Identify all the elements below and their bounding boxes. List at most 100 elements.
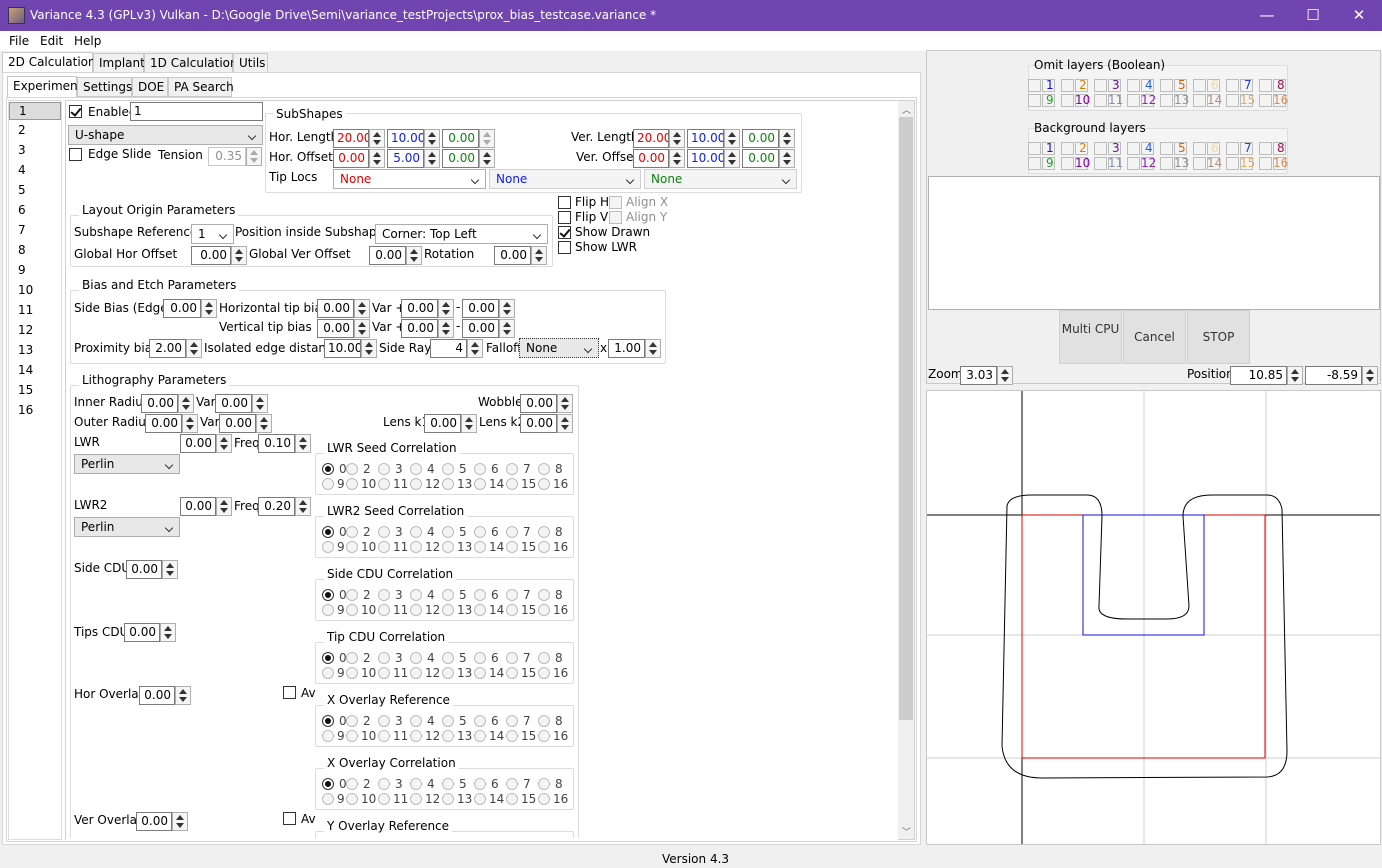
omit-layer-checkbox[interactable]	[1259, 94, 1272, 107]
minimize-button[interactable]: —	[1244, 0, 1290, 31]
correlation-radio[interactable]	[538, 541, 550, 553]
correlation-radio[interactable]	[410, 589, 422, 601]
correlation-radio[interactable]	[322, 793, 334, 805]
correlation-radio[interactable]	[506, 526, 518, 538]
correlation-radio[interactable]	[346, 478, 358, 490]
global-hor-offset-input[interactable]: 0.00	[191, 246, 231, 265]
global-ver-offset-input[interactable]: 0.00	[369, 246, 406, 265]
background-layer-checkbox[interactable]	[1028, 142, 1041, 155]
correlation-radio[interactable]	[410, 730, 422, 742]
hor-offset-2-input[interactable]: 5.00	[387, 149, 424, 168]
correlation-radio[interactable]	[506, 730, 518, 742]
correlation-radio[interactable]	[474, 463, 486, 475]
global-hor-offset-spinner[interactable]	[231, 246, 247, 265]
stop-button[interactable]: STOP	[1187, 310, 1250, 364]
correlation-radio[interactable]	[538, 778, 550, 790]
lwr-noise-select[interactable]: Perlin	[74, 454, 180, 474]
ver-offset-3-input[interactable]: 0.00	[742, 149, 779, 168]
ver-overlay-input[interactable]: 0.00	[136, 812, 172, 831]
output-textbox[interactable]	[928, 176, 1380, 310]
correlation-radio[interactable]	[322, 715, 334, 727]
lens-k1-input[interactable]: 0.00	[424, 414, 461, 433]
correlation-radio[interactable]	[538, 715, 550, 727]
correlation-radio[interactable]	[442, 652, 454, 664]
correlation-radio[interactable]	[474, 730, 486, 742]
tip-locs-2-select[interactable]: None	[489, 169, 641, 189]
lens-k2-spinner[interactable]	[557, 414, 573, 433]
ver-offset-3-spinner[interactable]	[779, 149, 795, 168]
ver-overlay-spinner[interactable]	[172, 812, 188, 831]
correlation-radio[interactable]	[442, 589, 454, 601]
rotation-input[interactable]: 0.00	[494, 246, 531, 265]
ver-length-2-spinner[interactable]	[724, 129, 740, 148]
background-layer-checkbox[interactable]	[1061, 142, 1074, 155]
tension-spinner[interactable]	[246, 147, 262, 166]
correlation-radio[interactable]	[506, 778, 518, 790]
correlation-radio[interactable]	[442, 730, 454, 742]
correlation-radio[interactable]	[410, 541, 422, 553]
lwr2-input[interactable]: 0.00	[180, 497, 216, 516]
lwr-spinner[interactable]	[216, 434, 232, 453]
correlation-radio[interactable]	[538, 604, 550, 616]
omit-layer-checkbox[interactable]	[1094, 79, 1107, 92]
correlation-radio[interactable]	[506, 463, 518, 475]
correlation-radio[interactable]	[410, 778, 422, 790]
correlation-radio[interactable]	[538, 667, 550, 679]
correlation-radio[interactable]	[378, 730, 390, 742]
background-layer-checkbox[interactable]	[1193, 157, 1206, 170]
scrollbar-thumb[interactable]	[899, 117, 913, 720]
ver-overlay-average-checkbox[interactable]	[283, 812, 296, 825]
h-var-minus-spinner[interactable]	[499, 299, 515, 318]
correlation-radio[interactable]	[442, 541, 454, 553]
correlation-radio[interactable]	[538, 793, 550, 805]
multi-cpu-button[interactable]: Multi CPU	[1059, 310, 1122, 364]
isolated-edge-input[interactable]: 10.00	[324, 339, 361, 358]
list-item[interactable]: 8	[9, 242, 61, 260]
show-lwr-checkbox[interactable]	[558, 241, 571, 254]
outer-radius-input[interactable]: 0.00	[145, 414, 182, 433]
correlation-radio[interactable]	[474, 793, 486, 805]
correlation-radio[interactable]	[378, 793, 390, 805]
maximize-button[interactable]: ☐	[1290, 0, 1336, 31]
align-y-checkbox[interactable]	[609, 211, 622, 224]
position-x-spinner[interactable]	[1287, 366, 1303, 385]
ver-length-1-input[interactable]: 20.00	[633, 129, 669, 148]
tips-cdu-spinner[interactable]	[160, 623, 176, 642]
correlation-radio[interactable]	[538, 526, 550, 538]
correlation-radio[interactable]	[346, 541, 358, 553]
lwr-input[interactable]: 0.00	[180, 434, 216, 453]
outer-var-input[interactable]: 0.00	[219, 414, 256, 433]
correlation-radio[interactable]	[474, 667, 486, 679]
vertical-tip-bias-spinner[interactable]	[354, 319, 370, 338]
proximity-bias-spinner[interactable]	[186, 339, 202, 358]
correlation-radio[interactable]	[322, 463, 334, 475]
lwr2-spinner[interactable]	[216, 497, 232, 516]
correlation-radio[interactable]	[378, 541, 390, 553]
tension-input[interactable]: 0.35	[208, 147, 246, 166]
correlation-radio[interactable]	[378, 526, 390, 538]
zoom-input[interactable]: 3.03	[960, 366, 997, 385]
v-var-plus-spinner[interactable]	[438, 319, 454, 338]
correlation-radio[interactable]	[378, 652, 390, 664]
ver-length-3-input[interactable]: 0.00	[742, 129, 779, 148]
correlation-radio[interactable]	[506, 667, 518, 679]
horizontal-tip-bias-input[interactable]: 0.00	[317, 299, 354, 318]
side-bias-spinner[interactable]	[201, 299, 217, 318]
list-item[interactable]: 6	[9, 202, 61, 220]
omit-layer-checkbox[interactable]	[1127, 79, 1140, 92]
correlation-radio[interactable]	[410, 793, 422, 805]
correlation-radio[interactable]	[346, 667, 358, 679]
zoom-spinner[interactable]	[997, 366, 1013, 385]
tab-utils[interactable]: Utils	[233, 53, 268, 73]
background-layer-checkbox[interactable]	[1193, 142, 1206, 155]
correlation-radio[interactable]	[474, 541, 486, 553]
correlation-radio[interactable]	[346, 589, 358, 601]
hor-length-2-spinner[interactable]	[424, 129, 440, 148]
hor-length-3-input[interactable]: 0.00	[442, 129, 479, 148]
menu-help[interactable]: Help	[74, 34, 101, 48]
horizontal-tip-bias-spinner[interactable]	[354, 299, 370, 318]
ver-length-2-input[interactable]: 10.00	[687, 129, 724, 148]
outer-var-spinner[interactable]	[256, 414, 272, 433]
lwr2-noise-select[interactable]: Perlin	[74, 517, 180, 537]
menu-edit[interactable]: Edit	[40, 34, 63, 48]
